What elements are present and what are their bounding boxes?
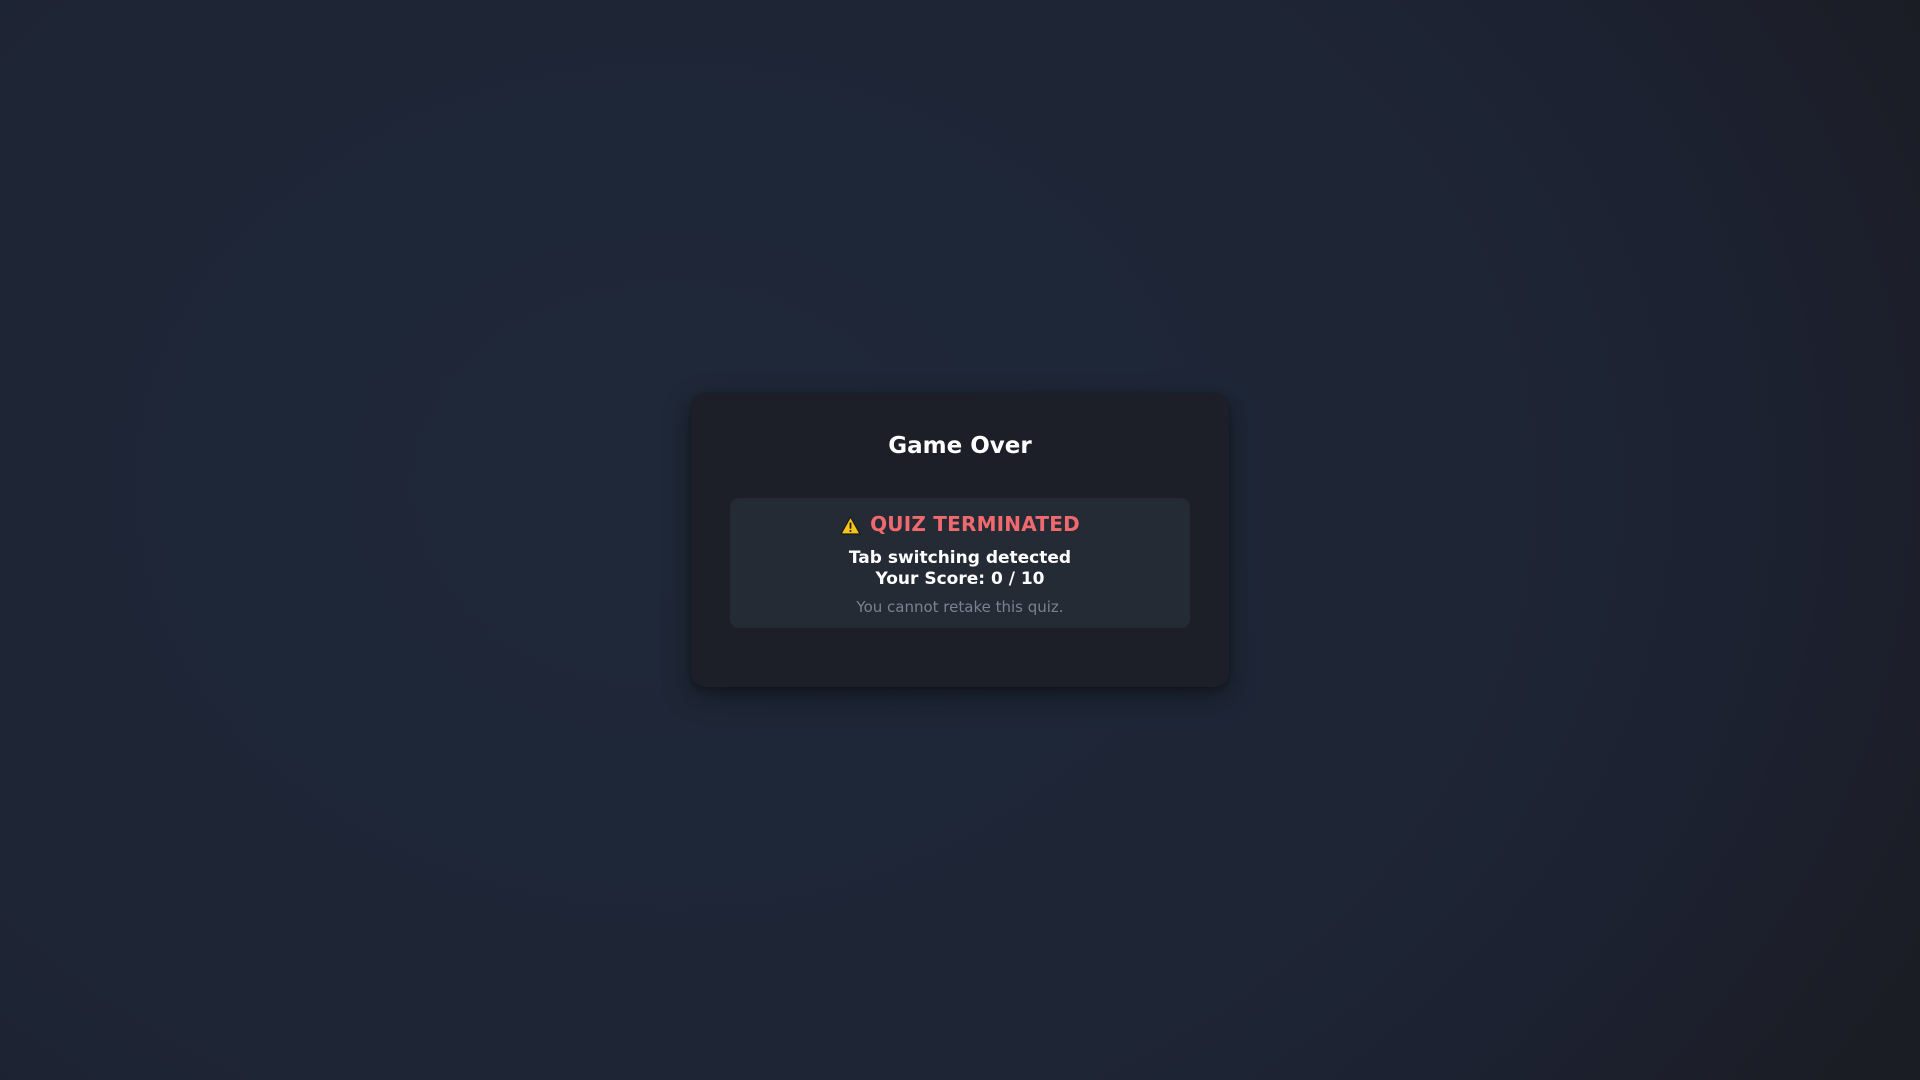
score-text: Your Score: 0 / 10: [875, 569, 1045, 589]
page-background: { "dialog": { "title": "Game Over", "sta…: [0, 0, 1920, 1080]
retake-note: You cannot retake this quiz.: [856, 598, 1064, 616]
termination-reason: Tab switching detected: [848, 548, 1072, 568]
warning-icon: [840, 516, 861, 535]
dialog-title: Game Over: [888, 433, 1032, 459]
termination-label: QUIZ TERMINATED: [870, 512, 1080, 536]
termination-status: QUIZ TERMINATED: [730, 512, 1190, 536]
termination-panel: QUIZ TERMINATED Tab switching detected Y…: [730, 498, 1190, 628]
game-over-card: Game Over QUIZ TERMINATED Tab switching …: [691, 393, 1229, 687]
